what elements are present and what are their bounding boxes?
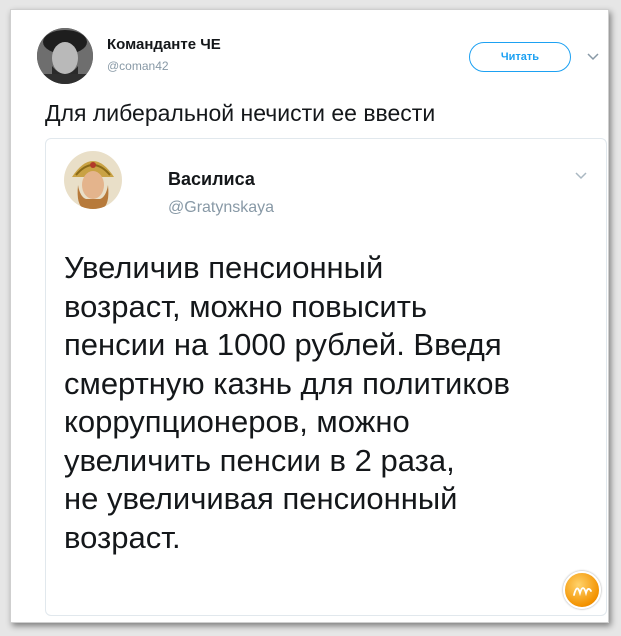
author-handle[interactable]: @coman42 [107, 59, 169, 73]
author-avatar-image [37, 28, 93, 84]
quoted-text-line: увеличить пенсии в 2 раза, [64, 442, 455, 478]
quoted-text-line: пенсии на 1000 рублей. Введя [64, 327, 502, 362]
quoted-author-name[interactable]: Василиса [168, 169, 255, 190]
quoted-text-line: не увеличивая пенсионный [64, 481, 458, 516]
quoted-chevron-down-icon[interactable] [573, 170, 589, 182]
quoted-author-avatar-image [64, 151, 122, 209]
quoted-author-handle[interactable]: @Gratynskaya [168, 199, 274, 217]
site-watermark-logo [563, 571, 601, 609]
quoted-tweet-card[interactable]: Василиса @Gratynskaya Увеличив пенсионны… [45, 138, 607, 616]
tweet-text: Для либеральной нечисти ее ввести [45, 100, 436, 126]
quoted-text-line: коррупционеров, можно [64, 404, 410, 439]
author-avatar[interactable] [37, 28, 93, 84]
quoted-author-avatar[interactable] [64, 151, 122, 209]
quoted-text-line: Увеличив пенсионный [64, 250, 384, 285]
quoted-text-line: возраст. [64, 519, 181, 555]
follow-button[interactable]: Читать [469, 42, 571, 72]
quoted-text-line: смертную казнь для политиков [64, 365, 510, 401]
quoted-tweet-text: Увеличив пенсионный возраст, можно повыс… [64, 249, 584, 557]
chevron-down-icon[interactable] [585, 51, 601, 63]
screenshot-frame: Команданте ЧЕ @coman42 Читать Для либера… [10, 9, 609, 623]
author-name[interactable]: Команданте ЧЕ [107, 36, 221, 53]
quoted-text-line: возраст, можно повысить [64, 288, 428, 324]
